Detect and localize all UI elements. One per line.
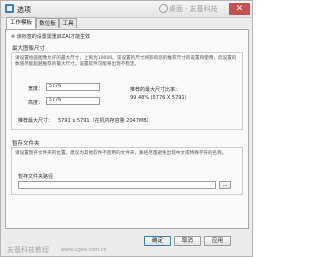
tab-panel: ※ 该标签的设置需重启ZAI才能生效 最大图像尺寸 请设置绘画图像允许的最大尺寸… [5, 29, 249, 229]
tab-tablet[interactable]: 数位板 [36, 18, 59, 28]
tab-tools[interactable]: 工具 [59, 18, 77, 28]
apply-button[interactable]: 应用 [204, 236, 231, 246]
tab-work-template[interactable]: 工作模板 [6, 17, 36, 29]
cancel-button[interactable]: 取消 [174, 236, 201, 246]
close-button[interactable]: ✕ [229, 3, 250, 15]
footer-url-watermark: www.ugee.com.cn [61, 247, 107, 253]
width-label: 宽度： [28, 86, 44, 92]
width-field[interactable]: 5776 [46, 83, 100, 91]
temp-path-label: 暂存文件夹路径 [18, 174, 54, 180]
title-bar: 选项 桌面 · 友基科技 ✕ [1, 1, 252, 18]
max-size-group-title: 最大图像尺寸 [12, 46, 46, 52]
temp-folder-description: 请设置暂存文件夹的位置。建议为其他软件不使用的文件夹，路径尽量避免出现中文或特殊… [15, 151, 227, 156]
footer-brand-watermark: 友基科技教程 [7, 246, 49, 254]
ok-button[interactable]: 确定 [144, 236, 171, 246]
temp-folder-group: 请设置暂存文件夹的位置。建议为其他软件不使用的文件夹，路径尽量避免出现中文或特殊… [11, 147, 243, 195]
height-field[interactable]: 5776 [46, 97, 100, 105]
max-size-description: 请设置绘画图像允许的最大尺寸，上限为10000。该设置的尺寸将影响您的推荐尺寸的… [15, 56, 237, 67]
options-dialog: 选项 桌面 · 友基科技 ✕ 工作模板 数位板 工具 ※ 该标签的设置需重启ZA… [0, 0, 253, 257]
temp-path-field[interactable] [18, 181, 216, 189]
max-size-group: 请设置绘画图像允许的最大尺寸，上限为10000。该设置的尺寸将影响您的推荐尺寸的… [11, 52, 243, 130]
recommended-value: 5791 x 5791（在机内存容量 2047MB） [58, 118, 152, 124]
watermark-logo-icon [159, 4, 168, 13]
browse-button[interactable]: ... [219, 181, 231, 189]
recommended-label: 推荐最大尺寸： [18, 118, 54, 124]
watermark-text: 桌面 · 友基科技 [169, 5, 218, 13]
height-label: 高度： [28, 100, 44, 106]
restart-tip: ※ 该标签的设置需重启ZAI才能生效 [11, 34, 91, 40]
ratio-value: 99.48% (5776 X 5791) [130, 95, 187, 101]
temp-folder-group-title: 暂存文件夹 [12, 141, 40, 147]
window-title: 选项 [17, 6, 31, 14]
ratio-label: 推荐的最大尺寸比率： [130, 87, 181, 93]
app-icon [5, 4, 14, 13]
